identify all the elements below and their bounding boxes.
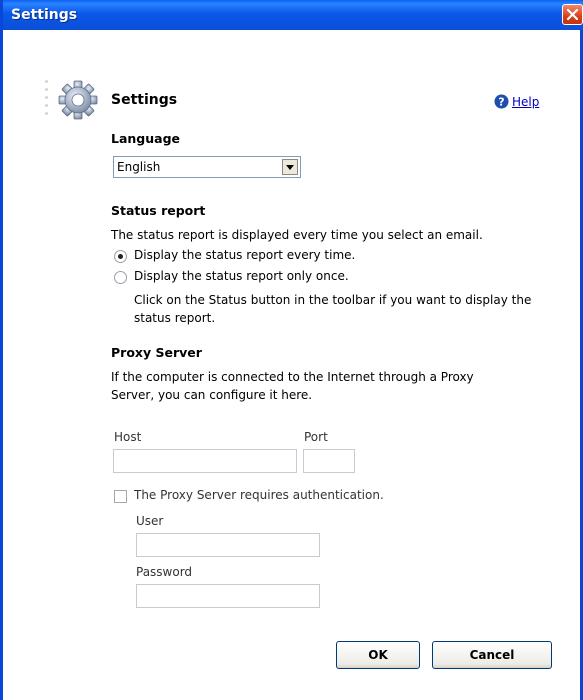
status-note-line1: Click on the Status button in the toolba… [134,293,532,307]
settings-dialog: Settings Settings ? Help Language Englis… [0,0,583,700]
ok-button[interactable]: OK [336,641,420,669]
language-heading: Language [111,131,181,146]
page-title: Settings [111,92,178,108]
language-select[interactable]: English [113,156,301,178]
cancel-button[interactable]: Cancel [432,641,552,669]
svg-text:?: ? [498,96,504,109]
auth-label[interactable]: The Proxy Server requires authentication… [134,488,384,502]
help-label[interactable]: Help [512,95,539,109]
dropdown-arrow[interactable] [282,159,298,175]
proxy-description-line2: Server, you can configure it here. [111,388,313,402]
proxy-description-line1: If the computer is connected to the Inte… [111,370,474,384]
option-once-label[interactable]: Display the status report only once. [134,269,349,283]
language-selected-value: English [117,160,161,174]
close-icon [567,9,578,20]
port-label: Port [304,430,328,444]
chevron-down-icon [286,164,294,170]
gear-icon [58,80,98,120]
option-every-time-label[interactable]: Display the status report every time. [134,248,355,262]
help-link[interactable]: ? Help [494,94,539,109]
port-input[interactable] [303,449,355,473]
user-input[interactable] [136,533,320,557]
status-note-line2: status report. [134,311,216,325]
help-icon: ? [494,94,509,109]
auth-checkbox[interactable] [114,490,127,503]
user-label: User [136,514,164,528]
radio-only-once[interactable] [114,271,127,284]
proxy-heading: Proxy Server [111,345,202,360]
host-input[interactable] [113,449,297,473]
password-label: Password [136,565,193,579]
window-title: Settings [11,7,78,23]
status-report-description: The status report is displayed every tim… [111,228,483,242]
status-report-heading: Status report [111,203,206,218]
title-bar[interactable]: Settings [3,0,583,30]
host-label: Host [114,430,142,444]
password-input[interactable] [136,584,320,608]
close-button[interactable] [562,4,583,25]
radio-every-time[interactable] [114,250,127,263]
